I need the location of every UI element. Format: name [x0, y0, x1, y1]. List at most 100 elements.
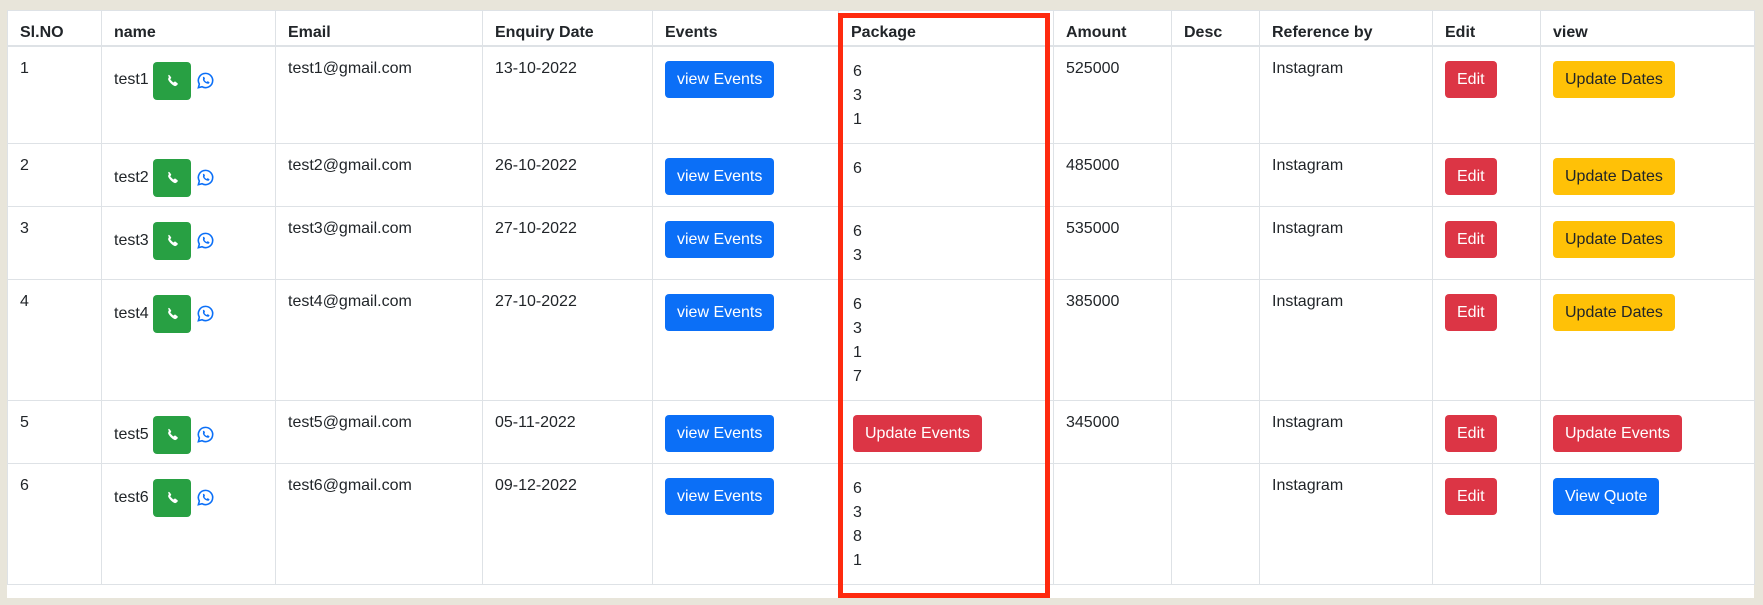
email: test2@gmail.com	[288, 157, 412, 174]
edit-cell: Edit	[1432, 206, 1541, 280]
name-cell: test5	[101, 400, 276, 464]
call-button[interactable]	[152, 416, 191, 454]
email: test1@gmail.com	[288, 59, 412, 77]
view-events-button[interactable]: view Events	[665, 294, 775, 331]
package-item: 3	[853, 247, 862, 264]
sl-no-cell: 6	[7, 463, 102, 585]
reference-by: Instagram	[1272, 59, 1344, 77]
package-cell: 6 3 8 1	[838, 463, 1054, 585]
events-cell: view Events	[652, 206, 839, 280]
name-cell: test2	[101, 143, 276, 207]
edit-cell: Edit	[1432, 45, 1541, 144]
enquiry-date-cell: 26-10-2022	[482, 143, 653, 207]
customer-name: test4	[114, 304, 149, 322]
amount: 385000	[1066, 293, 1120, 310]
view-cell: Update Dates	[1540, 206, 1755, 280]
package-cell: Update Events	[838, 400, 1054, 464]
package-item: 8	[853, 528, 862, 545]
view-events-button[interactable]: view Events	[665, 478, 775, 515]
amount-cell: 525000	[1053, 45, 1172, 144]
table-row: 3 test3 test3@gmail.com 27-10-2022 view …	[7, 206, 1755, 280]
sl-no-cell: 2	[7, 143, 102, 207]
enquiry-date-cell: 09-12-2022	[482, 463, 653, 585]
edit-button[interactable]: Edit	[1445, 158, 1497, 195]
header-name: name	[101, 10, 276, 47]
edit-button[interactable]: Edit	[1445, 478, 1497, 515]
view-action-button[interactable]: Update Events	[1553, 415, 1682, 452]
phone-icon	[165, 74, 179, 88]
edit-button[interactable]: Edit	[1445, 221, 1497, 258]
view-events-button[interactable]: view Events	[665, 60, 775, 98]
whatsapp-icon[interactable]	[196, 304, 215, 323]
phone-icon	[165, 171, 179, 185]
edit-button[interactable]: Edit	[1445, 60, 1497, 98]
email-cell: test5@gmail.com	[275, 400, 483, 464]
header-view: view	[1540, 10, 1755, 47]
email-cell: test2@gmail.com	[275, 143, 483, 207]
view-action-button[interactable]: Update Dates	[1553, 221, 1675, 258]
header-events: Events	[652, 10, 839, 47]
phone-icon	[165, 491, 179, 505]
enquiry-date: 09-12-2022	[495, 477, 577, 494]
table-row: 1 test1 test1@gmail.com 13-10-2022 view …	[7, 45, 1755, 144]
call-button[interactable]	[152, 295, 191, 333]
table-row: 4 test4 test4@gmail.com 27-10-2022 view …	[7, 279, 1755, 401]
table-row: 6 test6 test6@gmail.com 09-12-2022 view …	[7, 463, 1755, 585]
whatsapp-icon[interactable]	[196, 168, 215, 187]
package-item: 7	[853, 368, 862, 385]
customer-name: test3	[114, 231, 149, 249]
package-item: 3	[853, 504, 862, 521]
enquiries-table: Sl.NO name Email Enquiry Date Events Pac…	[7, 10, 1755, 585]
view-cell: Update Dates	[1540, 45, 1755, 144]
view-events-button[interactable]: view Events	[665, 415, 775, 452]
package-item: 6	[853, 296, 862, 313]
reference-by-cell: Instagram	[1259, 463, 1433, 585]
whatsapp-icon[interactable]	[196, 71, 215, 90]
call-button[interactable]	[152, 61, 191, 100]
update-events-button[interactable]: Update Events	[853, 415, 982, 452]
view-events-button[interactable]: view Events	[665, 158, 775, 195]
email-cell: test6@gmail.com	[275, 463, 483, 585]
call-button[interactable]	[152, 479, 191, 517]
enquiry-date-cell: 27-10-2022	[482, 206, 653, 280]
view-action-button[interactable]: View Quote	[1553, 478, 1660, 515]
whatsapp-icon[interactable]	[196, 425, 215, 444]
events-cell: view Events	[652, 463, 839, 585]
package-item: 6	[853, 223, 862, 240]
table-body: 1 test1 test1@gmail.com 13-10-2022 view …	[7, 45, 1755, 585]
amount: 485000	[1066, 157, 1120, 174]
edit-cell: Edit	[1432, 463, 1541, 585]
reference-by: Instagram	[1272, 477, 1344, 494]
sl-no-cell: 4	[7, 279, 102, 401]
name-cell: test1	[101, 45, 276, 144]
events-cell: view Events	[652, 400, 839, 464]
header-amount: Amount	[1053, 10, 1172, 47]
enquiry-date: 13-10-2022	[495, 59, 577, 77]
view-action-button[interactable]: Update Dates	[1553, 60, 1675, 98]
reference-by: Instagram	[1272, 293, 1344, 310]
package-item: 1	[853, 552, 862, 569]
call-button[interactable]	[152, 159, 191, 197]
view-action-button[interactable]: Update Dates	[1553, 158, 1675, 195]
sl-no: 6	[20, 477, 29, 494]
view-action-button[interactable]: Update Dates	[1553, 294, 1675, 331]
package-item: 1	[853, 110, 862, 128]
table-header-row: Sl.NO name Email Enquiry Date Events Pac…	[7, 10, 1755, 47]
package-cell: 6 3 1	[838, 45, 1054, 144]
edit-button[interactable]: Edit	[1445, 294, 1497, 331]
whatsapp-icon[interactable]	[196, 231, 215, 250]
phone-icon	[165, 428, 179, 442]
edit-button[interactable]: Edit	[1445, 415, 1497, 452]
edit-cell: Edit	[1432, 279, 1541, 401]
desc-cell	[1171, 400, 1260, 464]
call-button[interactable]	[152, 222, 191, 260]
sl-no: 3	[20, 220, 29, 237]
whatsapp-icon[interactable]	[196, 488, 215, 507]
email: test5@gmail.com	[288, 414, 412, 431]
email-cell: test3@gmail.com	[275, 206, 483, 280]
view-cell: View Quote	[1540, 463, 1755, 585]
email: test6@gmail.com	[288, 477, 412, 494]
view-events-button[interactable]: view Events	[665, 221, 775, 258]
view-cell: Update Events	[1540, 400, 1755, 464]
reference-by-cell: Instagram	[1259, 400, 1433, 464]
